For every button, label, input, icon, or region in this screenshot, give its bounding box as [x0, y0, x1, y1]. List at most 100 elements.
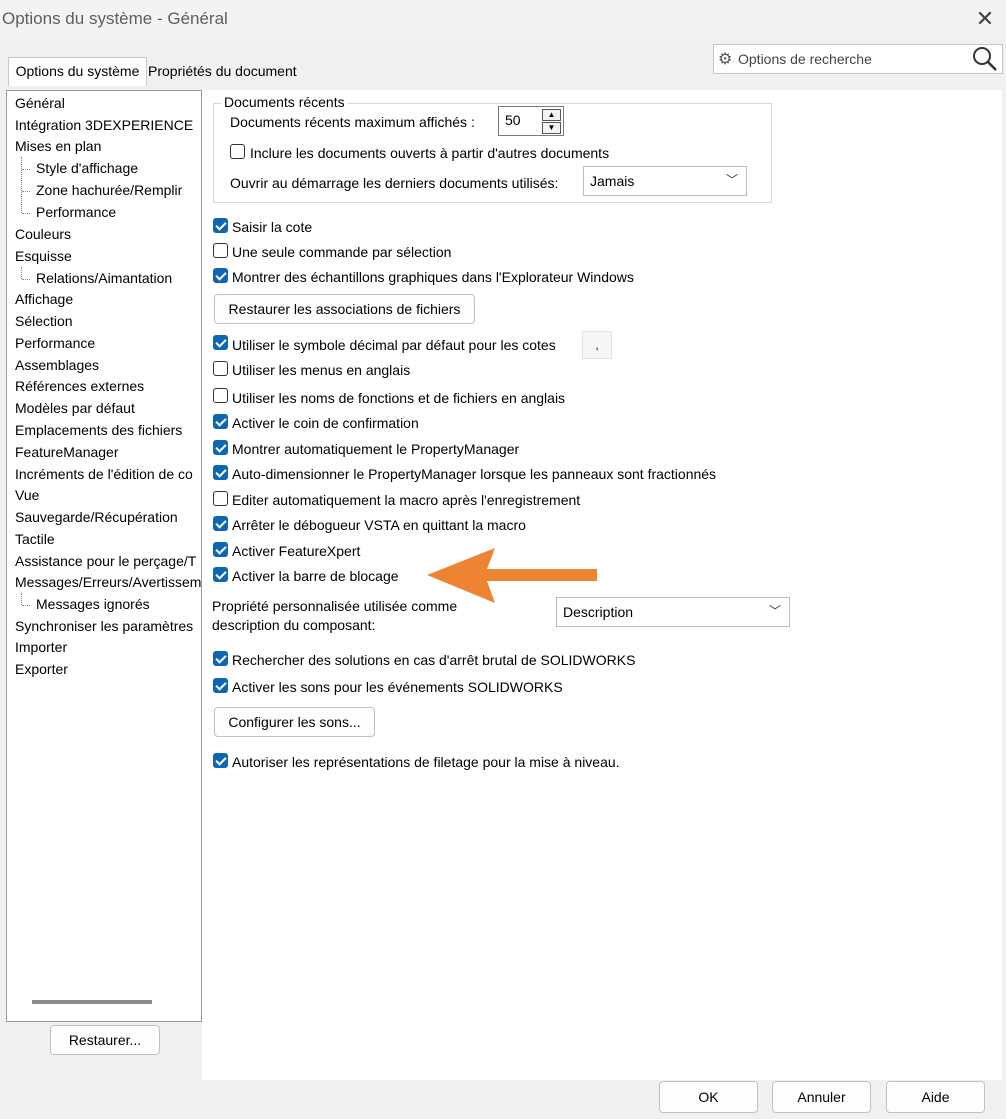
enable-freeze-bar-checkbox[interactable]	[213, 567, 228, 582]
tree-connector	[22, 191, 30, 192]
stop-vsta-debugger-label: Arrêter le débogueur VSTA en quittant la…	[232, 517, 526, 533]
search-placeholder: Options de recherche	[738, 51, 872, 67]
chevron-down-icon: ﹀	[768, 604, 781, 618]
tree-connector	[22, 213, 30, 214]
include-documents-checkbox[interactable]	[230, 144, 245, 159]
custom-property-select[interactable]: Description ﹀	[556, 597, 790, 627]
tree-horizontal-scrollbar[interactable]	[32, 1000, 152, 1004]
tree-item-hatch-fill[interactable]: Zone hachurée/Remplir	[36, 180, 182, 201]
tree-connector	[21, 593, 22, 605]
max-recent-documents-label: Documents récents maximum affichés :	[230, 114, 475, 130]
show-thumbnails-checkbox[interactable]	[213, 268, 228, 283]
custom-property-label-line1: Propriété personnalisée utilisée comme	[212, 598, 458, 614]
annotation-arrow-icon	[427, 548, 597, 603]
single-command-per-pick-checkbox[interactable]	[213, 243, 228, 258]
spin-down-icon[interactable]: ▼	[542, 122, 561, 134]
tree-item-display[interactable]: Affichage	[15, 289, 73, 310]
ok-button[interactable]: OK	[659, 1081, 758, 1113]
default-decimal-symbol-checkbox[interactable]	[213, 335, 228, 350]
auto-show-propertymanager-label: Montrer automatiquement le PropertyManag…	[232, 441, 520, 457]
tree-item-default-templates[interactable]: Modèles par défaut	[15, 398, 135, 419]
configure-sounds-button[interactable]: Configurer les sons...	[214, 707, 375, 737]
tree-item-export[interactable]: Exporter	[15, 659, 68, 680]
gear-icon: ⚙	[718, 51, 733, 68]
tree-item-view[interactable]: Vue	[15, 485, 39, 506]
confirmation-corner-label: Activer le coin de confirmation	[232, 415, 419, 431]
max-recent-documents-spinner[interactable]: 50 ▲ ▼	[498, 106, 564, 136]
restore-defaults-button[interactable]: Restaurer...	[50, 1025, 160, 1055]
enable-featurexpert-checkbox[interactable]	[213, 542, 228, 557]
tree-item-dismissed-messages[interactable]: Messages ignorés	[36, 594, 150, 615]
thread-representations-label: Autoriser les représentations de filetag…	[232, 754, 620, 770]
restore-file-associations-button[interactable]: Restaurer les associations de fichiers	[214, 294, 475, 324]
tree-item-drawings-performance[interactable]: Performance	[36, 202, 116, 223]
english-menus-checkbox[interactable]	[213, 361, 228, 376]
tree-item-touch[interactable]: Tactile	[15, 529, 55, 550]
tree-connector	[21, 157, 22, 213]
enable-sounds-checkbox[interactable]	[213, 678, 228, 693]
tree-item-file-locations[interactable]: Emplacements des fichiers	[15, 420, 182, 441]
tab-document-properties[interactable]: Propriétés du document	[148, 58, 318, 84]
close-icon[interactable]: ✕	[970, 4, 1000, 34]
tree-connector	[22, 279, 30, 280]
tree-connector	[22, 605, 30, 606]
tree-item-spin-box-increments[interactable]: Incréments de l'édition de co	[15, 464, 193, 485]
tree-item-relations-snaps[interactable]: Relations/Aimantation	[36, 268, 172, 289]
tree-item-drawings[interactable]: Mises en plan	[15, 136, 101, 157]
decimal-symbol-field: ,	[582, 331, 612, 359]
title-bar: Options du système - Général ✕	[0, 0, 1006, 40]
enable-sounds-label: Activer les sons pour les événements SOL…	[232, 679, 563, 695]
show-thumbnails-label: Montrer des échantillons graphiques dans…	[232, 269, 634, 285]
tree-item-sync-settings[interactable]: Synchroniser les paramètres	[15, 616, 193, 637]
search-icon[interactable]	[970, 43, 1000, 76]
auto-show-propertymanager-checkbox[interactable]	[213, 440, 228, 455]
auto-edit-macro-label: Editer automatiquement la macro après l'…	[232, 492, 581, 508]
auto-size-propertymanager-checkbox[interactable]	[213, 465, 228, 480]
tree-connector	[21, 267, 22, 279]
tree-item-selection[interactable]: Sélection	[15, 311, 73, 332]
tree-item-backup-recover[interactable]: Sauvegarde/Récupération	[15, 507, 178, 528]
tree-item-performance[interactable]: Performance	[15, 333, 95, 354]
input-dimension-value-checkbox[interactable]	[213, 218, 228, 233]
tree-item-general[interactable]: Général	[15, 93, 65, 114]
search-box[interactable]: ⚙ Options de recherche	[713, 44, 1003, 74]
tree-connector	[22, 169, 30, 170]
tree-item-display-style[interactable]: Style d'affichage	[36, 158, 138, 179]
english-feature-names-checkbox[interactable]	[213, 388, 228, 403]
confirmation-corner-checkbox[interactable]	[213, 414, 228, 429]
options-tree[interactable]: Général Intégration 3DEXPERIENCE Mises e…	[6, 90, 202, 1022]
include-documents-label: Inclure les documents ouverts à partir d…	[250, 145, 610, 161]
tree-item-colors[interactable]: Couleurs	[15, 224, 71, 245]
tab-system-options[interactable]: Options du système	[8, 57, 147, 86]
single-command-per-pick-label: Une seule commande par sélection	[232, 244, 452, 260]
enable-freeze-bar-label: Activer la barre de blocage	[232, 568, 399, 584]
search-crash-solutions-checkbox[interactable]	[213, 651, 228, 666]
tree-item-messages-errors[interactable]: Messages/Erreurs/Avertissem	[15, 572, 201, 593]
auto-size-propertymanager-label: Auto-dimensionner le PropertyManager lor…	[232, 466, 717, 482]
tree-item-featuremanager[interactable]: FeatureManager	[15, 442, 119, 463]
english-menus-label: Utiliser les menus en anglais	[232, 362, 411, 378]
open-last-documents-select[interactable]: Jamais ﹀	[583, 166, 747, 196]
thread-representations-checkbox[interactable]	[213, 753, 228, 768]
chevron-down-icon: ﹀	[725, 173, 738, 187]
help-button[interactable]: Aide	[886, 1081, 985, 1113]
auto-edit-macro-checkbox[interactable]	[213, 491, 228, 506]
tree-item-assemblies[interactable]: Assemblages	[15, 355, 99, 376]
search-crash-solutions-label: Rechercher des solutions en cas d'arrêt …	[232, 652, 636, 668]
spin-up-icon[interactable]: ▲	[542, 109, 561, 121]
tree-item-import[interactable]: Importer	[15, 637, 67, 658]
window-title: Options du système - Général	[2, 9, 228, 28]
default-decimal-symbol-label: Utiliser le symbole décimal par défaut p…	[232, 337, 556, 353]
open-last-documents-value: Jamais	[590, 173, 635, 189]
stop-vsta-debugger-checkbox[interactable]	[213, 516, 228, 531]
recent-documents-group-label: Documents récents	[221, 94, 348, 110]
input-dimension-value-label: Saisir la cote	[232, 219, 313, 235]
tree-item-hole-wizard[interactable]: Assistance pour le perçage/T	[15, 551, 196, 572]
max-recent-documents-value: 50	[505, 112, 521, 128]
tree-item-3dexperience[interactable]: Intégration 3DEXPERIENCE	[15, 115, 193, 136]
tree-item-sketch[interactable]: Esquisse	[15, 246, 72, 267]
cancel-button[interactable]: Annuler	[772, 1081, 871, 1113]
custom-property-label-line2: description du composant:	[212, 617, 376, 633]
tree-item-external-references[interactable]: Références externes	[15, 376, 144, 397]
custom-property-value: Description	[563, 604, 634, 620]
